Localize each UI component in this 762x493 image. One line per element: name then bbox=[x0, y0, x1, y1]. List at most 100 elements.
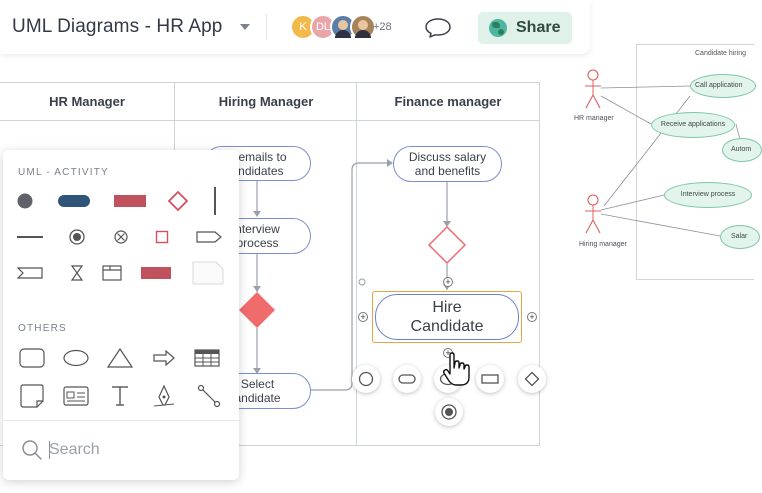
use-case-call-application: Call application bbox=[690, 74, 756, 98]
palette-action-rect[interactable] bbox=[112, 186, 148, 216]
palette-table[interactable] bbox=[192, 343, 222, 373]
accept-signal-icon bbox=[17, 267, 43, 279]
palette-triangle[interactable] bbox=[105, 343, 135, 373]
send-signal-icon bbox=[196, 231, 222, 243]
node-text: Select bbox=[240, 377, 275, 391]
shape-search-input[interactable] bbox=[49, 440, 209, 460]
collaborator-count[interactable]: +28 bbox=[373, 21, 392, 33]
node-hire-candidate-selected[interactable]: Hire Candidate bbox=[372, 291, 522, 343]
text-tool-icon bbox=[112, 386, 128, 406]
node-text: nterview bbox=[235, 222, 280, 236]
hourglass-icon bbox=[70, 265, 84, 281]
connector-line-icon bbox=[197, 384, 221, 408]
palette-region[interactable] bbox=[140, 258, 172, 288]
quick-add-decision-button[interactable] bbox=[518, 365, 546, 393]
partition-icon bbox=[102, 265, 122, 281]
palette-decision[interactable] bbox=[163, 186, 193, 216]
use-case-interview-process: Interview process bbox=[664, 182, 752, 208]
add-connector-left-handle[interactable]: + bbox=[358, 312, 368, 322]
rounded-rect-icon bbox=[398, 374, 416, 384]
sticky-note-icon bbox=[20, 384, 44, 408]
lane-header-finance-manager[interactable]: Finance manager bbox=[357, 83, 539, 121]
palette-object-node[interactable] bbox=[147, 222, 177, 252]
globe-icon bbox=[489, 19, 507, 37]
section-title-others: OTHERS bbox=[18, 323, 67, 334]
palette-send-signal[interactable] bbox=[194, 222, 224, 252]
note-icon bbox=[192, 261, 224, 285]
object-node-icon bbox=[155, 230, 169, 244]
quick-add-circle-button[interactable] bbox=[352, 365, 380, 393]
node-text: Hire bbox=[432, 299, 462, 316]
use-case-salar: Salar bbox=[720, 225, 760, 249]
shape-search bbox=[21, 438, 221, 462]
share-button[interactable]: Share bbox=[478, 12, 572, 44]
rounded-action-icon bbox=[58, 195, 90, 207]
quick-add-rectangle-button[interactable] bbox=[476, 365, 504, 393]
add-connector-right-handle[interactable]: + bbox=[527, 312, 537, 322]
final-node-icon bbox=[441, 404, 457, 420]
shape-palette: UML - ACTIVITY OTHERS Search bbox=[3, 150, 239, 480]
palette-text[interactable] bbox=[105, 381, 135, 411]
fork-vertical-icon bbox=[214, 187, 216, 215]
palette-note[interactable] bbox=[192, 255, 224, 291]
region-icon bbox=[141, 267, 171, 279]
share-button-label: Share bbox=[516, 19, 561, 36]
node-text: Discuss salary bbox=[408, 150, 487, 164]
palette-partition[interactable] bbox=[97, 258, 127, 288]
palette-initial-node[interactable] bbox=[10, 186, 40, 216]
node-text: andidate bbox=[234, 391, 281, 405]
actor-label: HR manager bbox=[574, 115, 614, 122]
actor-head bbox=[587, 69, 599, 81]
actor-label: Hiring manager bbox=[579, 241, 627, 248]
title-dropdown-caret-icon[interactable] bbox=[240, 24, 250, 30]
lane-header-hiring-manager[interactable]: Hiring Manager bbox=[175, 83, 357, 121]
node-hire-candidate[interactable]: Hire Candidate bbox=[375, 294, 519, 340]
palette-card[interactable] bbox=[61, 381, 91, 411]
diamond-icon bbox=[524, 371, 540, 387]
palette-fork-horizontal[interactable] bbox=[15, 222, 45, 252]
toolbar-divider bbox=[266, 14, 267, 40]
lane-divider bbox=[356, 83, 357, 445]
lane-header-hr-manager[interactable]: HR Manager bbox=[0, 83, 174, 121]
palette-final-node[interactable] bbox=[62, 222, 92, 252]
actor-head bbox=[587, 194, 599, 206]
palette-rounded-rectangle[interactable] bbox=[17, 343, 47, 373]
flow-final-icon bbox=[114, 230, 128, 244]
palette-pen[interactable] bbox=[149, 381, 179, 411]
initial-node-icon bbox=[17, 193, 33, 209]
actor-head bbox=[587, 69, 599, 81]
top-bar: UML Diagrams - HR App K DL +28 Share bbox=[0, 0, 590, 54]
use-case-receive-applications: Receive applications bbox=[651, 112, 735, 138]
quick-add-rounded-action-button[interactable] bbox=[393, 365, 421, 393]
palette-connector[interactable] bbox=[194, 381, 224, 411]
palette-time-event[interactable] bbox=[62, 258, 92, 288]
node-discuss-salary[interactable]: Discuss salary and benefits bbox=[393, 146, 502, 182]
thumbnail-title: Candidate hiring bbox=[695, 50, 746, 57]
palette-divider bbox=[3, 420, 239, 421]
palette-flow-final[interactable] bbox=[106, 222, 136, 252]
triangle-icon bbox=[107, 347, 133, 368]
block-arrow-icon bbox=[153, 350, 175, 366]
use-case-autom: Autom bbox=[722, 138, 762, 162]
palette-accept-signal[interactable] bbox=[15, 258, 45, 288]
comments-button[interactable] bbox=[424, 16, 452, 38]
palette-action-rounded[interactable] bbox=[56, 186, 92, 216]
rounded-rectangle-icon bbox=[19, 348, 45, 368]
add-connector-top-handle[interactable]: + bbox=[443, 277, 453, 287]
actor-head bbox=[587, 194, 599, 206]
table-icon bbox=[194, 349, 220, 367]
palette-ellipse[interactable] bbox=[61, 343, 91, 373]
quick-add-final-node-button[interactable] bbox=[435, 398, 463, 426]
node-text: process bbox=[236, 236, 279, 250]
id-card-icon bbox=[63, 386, 89, 406]
final-node-icon bbox=[69, 229, 85, 245]
palette-sticky-note[interactable] bbox=[17, 381, 47, 411]
search-icon bbox=[22, 440, 42, 460]
hand-cursor-icon bbox=[442, 352, 470, 386]
decision-diamond-icon bbox=[167, 190, 189, 212]
palette-arrow[interactable] bbox=[149, 343, 179, 373]
canvas: HR Manager Hiring Manager Finance manage… bbox=[0, 0, 762, 493]
palette-fork-vertical[interactable] bbox=[200, 186, 230, 216]
node-text: and benefits bbox=[414, 164, 481, 178]
document-title[interactable]: UML Diagrams - HR App bbox=[12, 16, 222, 38]
